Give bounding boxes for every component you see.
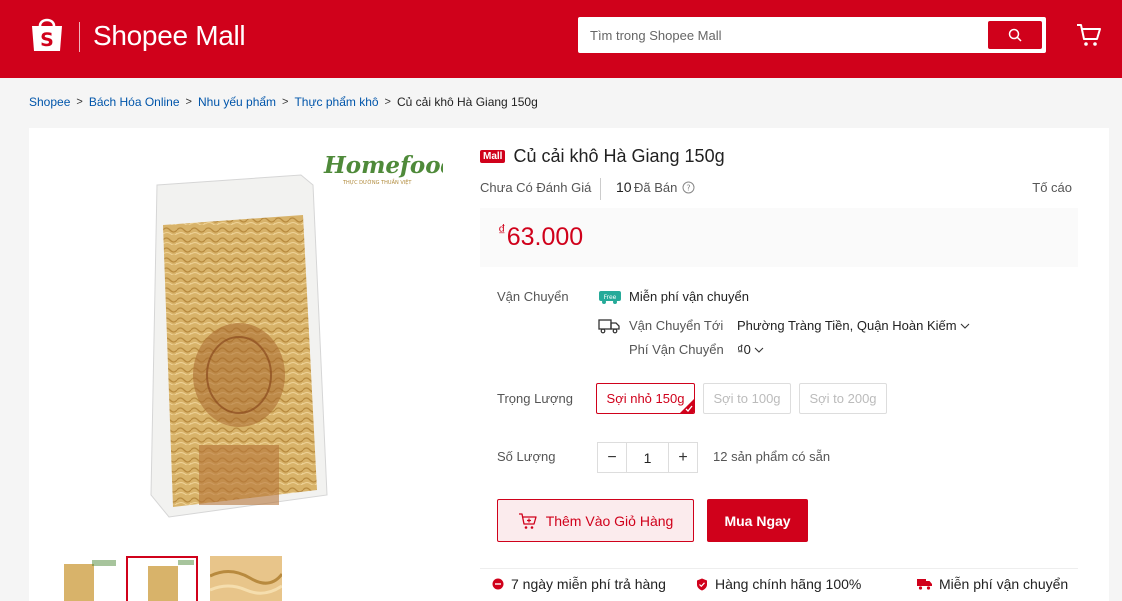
stock-text: 12 sản phẩm có sẵn: [713, 449, 831, 464]
shipping-fee-label: Phí Vận Chuyển: [629, 342, 724, 357]
add-cart-icon: [518, 512, 537, 529]
rating-divider: [600, 178, 601, 200]
increase-button[interactable]: +: [669, 443, 697, 472]
guarantee-free-ship-text: Miễn phí vận chuyển: [939, 576, 1069, 592]
variant-option-label: Sợi to 100g: [713, 391, 781, 406]
add-to-cart-button[interactable]: Thêm Vào Giỏ Hàng: [497, 499, 694, 542]
sold-label: Đã Bán: [634, 180, 678, 195]
shield-icon: [697, 578, 707, 590]
product-thumbnail[interactable]: [210, 556, 282, 601]
free-shipping-text: Miễn phí vận chuyển: [629, 289, 749, 304]
chevron-down-icon: [754, 347, 764, 353]
sold-count: 10: [616, 179, 632, 195]
chevron-right-icon: >: [282, 96, 289, 108]
breadcrumb-link-thuc-pham-kho[interactable]: Thực phẩm khô: [294, 95, 378, 109]
thumbnail-image: [62, 556, 134, 601]
quantity-stepper: − 1 +: [597, 442, 698, 473]
svg-text:S: S: [40, 29, 54, 51]
help-icon[interactable]: ?: [682, 181, 695, 194]
breadcrumb-current: Củ cải khô Hà Giang 150g: [396, 95, 538, 109]
shipping-fee-dropdown[interactable]: ₫0: [737, 342, 764, 357]
mall-badge: Mall: [480, 150, 506, 163]
weight-label: Trọng Lượng: [497, 391, 574, 406]
guarantee-return-text: 7 ngày miễn phí trả hàng: [511, 576, 666, 592]
brand-title[interactable]: Shopee Mall: [93, 20, 246, 52]
currency-symbol: ₫: [498, 222, 506, 239]
header: S Shopee Mall: [0, 0, 1122, 78]
checkmark-icon: [680, 399, 694, 413]
decrease-button[interactable]: −: [598, 443, 626, 472]
homefood-logo-text: Homefood: [323, 152, 443, 179]
return-icon: [492, 578, 504, 590]
report-link[interactable]: Tố cáo: [1032, 180, 1072, 195]
search-box: [578, 17, 1046, 53]
chevron-right-icon: >: [185, 96, 192, 108]
price-value: 63.000: [506, 223, 584, 251]
shipping-label: Vận Chuyển: [497, 289, 569, 304]
buy-now-button[interactable]: Mua Ngay: [707, 499, 808, 542]
rating-row: Chưa Có Đánh Giá 10 Đã Bán ? Tố cáo: [480, 178, 1075, 200]
search-button[interactable]: [988, 21, 1042, 49]
quantity-label: Số Lượng: [497, 449, 556, 464]
price-box: ₫63.000: [480, 208, 1078, 267]
breadcrumb: Shopee > Bách Hóa Online > Nhu yếu phẩm …: [29, 95, 538, 109]
search-icon: [1008, 28, 1022, 42]
shipping-fee-value: ₫0: [737, 342, 751, 357]
chevron-down-icon: [960, 323, 969, 329]
chevron-right-icon: >: [384, 96, 391, 108]
variant-option-label: Sợi nhỏ 150g: [606, 391, 685, 406]
thumbnail-image: [128, 558, 196, 601]
ship-to-label: Vận Chuyển Tới: [629, 318, 724, 333]
breadcrumb-link-bach-hoa[interactable]: Bách Hóa Online: [89, 95, 180, 109]
delivery-truck-icon: [917, 579, 932, 590]
ship-to-dropdown[interactable]: Phường Tràng Tiền, Quận Hoàn Kiếm: [737, 318, 970, 333]
free-badge-text: Free: [604, 294, 617, 301]
divider: [480, 568, 1078, 569]
chevron-right-icon: >: [76, 96, 83, 108]
guarantee-return: 7 ngày miễn phí trả hàng: [492, 576, 666, 592]
variant-option[interactable]: Sợi to 200g: [799, 383, 887, 414]
free-shipping-icon: Free: [599, 291, 621, 304]
product-thumbnail[interactable]: [62, 556, 134, 601]
cart-icon[interactable]: [1076, 22, 1102, 48]
guarantee-free-ship: Miễn phí vận chuyển: [917, 576, 1068, 592]
variant-option-label: Sợi to 200g: [809, 391, 877, 406]
rating-text: Chưa Có Đánh Giá: [480, 180, 592, 195]
truck-icon: [598, 319, 620, 334]
product-thumbnail-active[interactable]: [126, 556, 198, 601]
variant-option-selected[interactable]: Sợi nhỏ 150g: [596, 383, 695, 414]
variant-option[interactable]: Sợi to 100g: [703, 383, 791, 414]
product-title-row: Mall Củ cải khô Hà Giang 150g: [480, 146, 725, 167]
thumbnail-image: [210, 556, 282, 601]
breadcrumb-link-shopee[interactable]: Shopee: [29, 95, 70, 109]
guarantee-authentic: Hàng chính hãng 100%: [696, 576, 861, 592]
search-input[interactable]: [590, 19, 985, 51]
product-main-image[interactable]: Homefood THỰC DƯỠNG THUẦN VIỆT: [121, 145, 443, 525]
product-title: Củ cải khô Hà Giang 150g: [513, 146, 725, 166]
logo-divider: [79, 22, 80, 52]
homefood-logo-sub: THỰC DƯỠNG THUẦN VIỆT: [342, 178, 412, 186]
quantity-input[interactable]: 1: [626, 443, 669, 472]
guarantee-authentic-text: Hàng chính hãng 100%: [715, 576, 862, 592]
ship-to-value: Phường Tràng Tiền, Quận Hoàn Kiếm: [737, 318, 957, 333]
add-to-cart-label: Thêm Vào Giỏ Hàng: [545, 512, 674, 529]
svg-text:?: ?: [686, 184, 690, 193]
breadcrumb-link-nhu-yeu-pham[interactable]: Nhu yếu phẩm: [198, 95, 276, 109]
price: ₫63.000: [498, 222, 583, 252]
shopee-logo-icon[interactable]: S: [30, 15, 64, 53]
